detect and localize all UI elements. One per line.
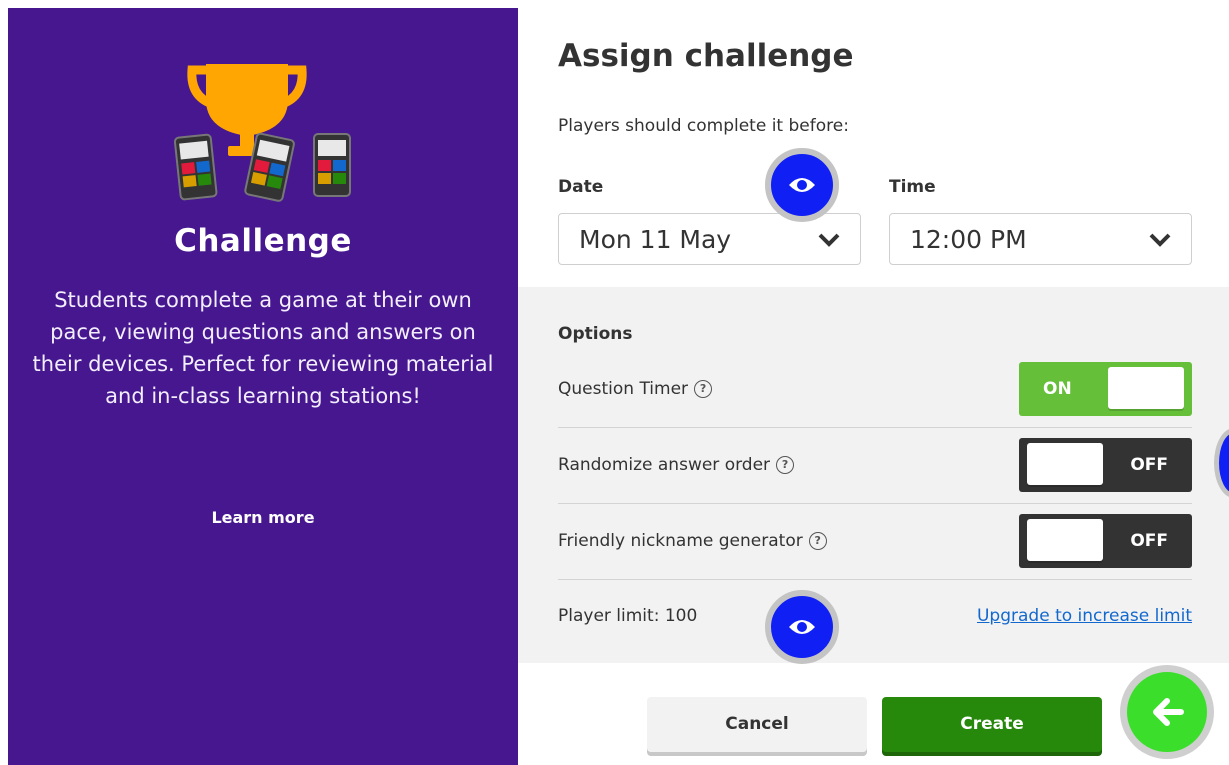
back-arrow-button[interactable] (1120, 665, 1214, 759)
toggle-knob (1108, 367, 1184, 409)
eye-icon (789, 178, 815, 192)
player-limit-text: Player limit: 100 (558, 606, 698, 626)
toggle-knob (1027, 443, 1103, 485)
trophy-with-phones-icon (173, 64, 351, 202)
time-select[interactable]: 12:00 PM (889, 213, 1192, 265)
divider (558, 427, 1192, 428)
option-label: Friendly nickname generator (558, 531, 803, 551)
challenge-info-panel: Challenge Students complete a game at th… (8, 8, 518, 765)
deadline-instruction: Players should complete it before: (558, 116, 849, 136)
date-value: Mon 11 May (579, 225, 732, 254)
randomize-answer-toggle[interactable]: OFF (1019, 438, 1192, 492)
time-value: 12:00 PM (910, 225, 1027, 254)
player-limit-row: Player limit: 100 Upgrade to increase li… (558, 606, 1192, 630)
eye-icon-button[interactable] (765, 148, 839, 222)
learn-more-link[interactable]: Learn more (8, 508, 518, 527)
toggle-knob (1027, 519, 1103, 561)
option-row-randomize: Randomize answer order? OFF (558, 438, 1192, 492)
help-icon[interactable]: ? (776, 456, 795, 474)
option-row-question-timer: Question Timer? ON (558, 362, 1192, 416)
option-row-nickname: Friendly nickname generator? OFF (558, 514, 1192, 568)
help-icon[interactable]: ? (694, 380, 713, 398)
upgrade-limit-link[interactable]: Upgrade to increase limit (977, 606, 1192, 626)
option-label: Question Timer (558, 379, 689, 399)
create-button[interactable]: Create (882, 697, 1102, 752)
toggle-state: OFF (1130, 455, 1168, 475)
time-label: Time (889, 177, 936, 197)
divider (558, 579, 1192, 580)
toggle-state: ON (1043, 379, 1072, 399)
toggle-state: OFF (1130, 531, 1168, 551)
chevron-down-icon (818, 233, 840, 247)
arrow-left-icon (1153, 698, 1184, 726)
option-label: Randomize answer order (558, 455, 771, 475)
cancel-button[interactable]: Cancel (647, 697, 867, 752)
divider (558, 503, 1192, 504)
mode-description: Students complete a game at their own pa… (32, 288, 494, 408)
eye-icon-button[interactable] (765, 590, 839, 664)
eye-icon (789, 620, 815, 634)
chevron-down-icon (1149, 233, 1171, 247)
page-title: Assign challenge (558, 38, 854, 74)
nickname-generator-toggle[interactable]: OFF (1019, 514, 1192, 568)
mode-title: Challenge (174, 223, 352, 259)
date-select[interactable]: Mon 11 May (558, 213, 861, 265)
question-timer-toggle[interactable]: ON (1019, 362, 1192, 416)
date-label: Date (558, 177, 604, 197)
help-icon[interactable]: ? (808, 532, 827, 550)
options-heading: Options (558, 324, 633, 344)
